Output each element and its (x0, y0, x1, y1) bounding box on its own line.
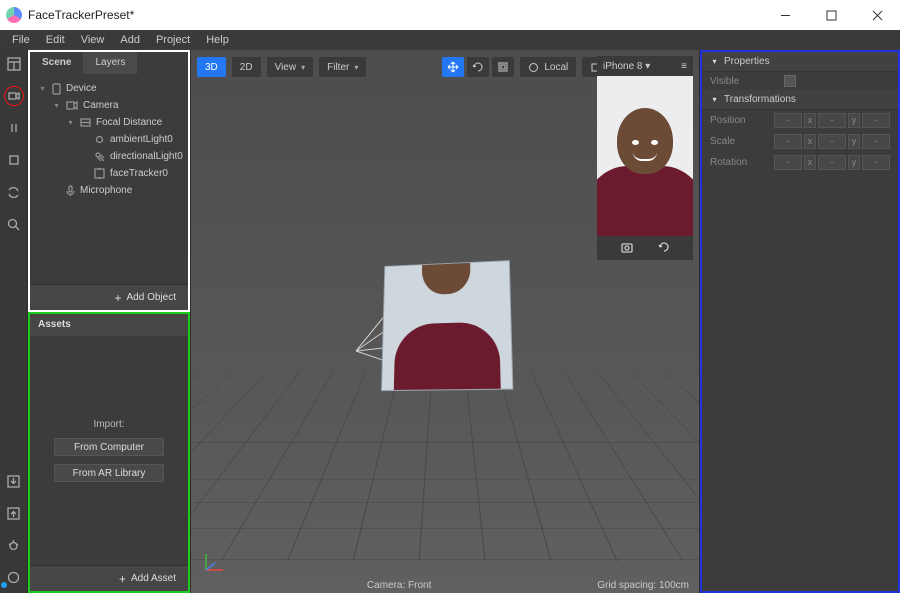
preview-shirt (597, 166, 693, 236)
viewport-footer: Camera: Front Grid spacing: 100cm (191, 580, 699, 591)
ground-grid (190, 372, 700, 561)
properties-header[interactable]: ▾Properties (702, 52, 898, 72)
minimize-button[interactable] (762, 0, 808, 30)
viewport-3d[interactable]: 3D 2D View▾ Filter▾ Local Pivot (190, 50, 700, 593)
menu-project[interactable]: Project (148, 34, 198, 46)
layout-icon[interactable] (4, 54, 24, 74)
visible-checkbox[interactable] (784, 75, 796, 87)
video-icon[interactable] (4, 86, 24, 106)
assets-header: Assets (30, 314, 188, 336)
import-icon[interactable] (4, 471, 24, 491)
preview-image (597, 76, 693, 236)
add-asset-button[interactable]: + Add Asset (30, 565, 188, 591)
bug-icon[interactable] (4, 535, 24, 555)
pause-icon[interactable] (4, 118, 24, 138)
camera-label: Camera: Front (367, 580, 431, 591)
face-shirt (393, 321, 500, 389)
preview-head (617, 108, 673, 174)
import-label: Import: (93, 419, 124, 430)
rot-y[interactable]: - (818, 155, 846, 170)
prop-scale: Scale -x -y - (702, 131, 898, 152)
left-column: Scene Layers ▾Device ▾Camera ▾Focal Dist… (28, 50, 190, 593)
tree-microphone[interactable]: Microphone (30, 182, 188, 199)
titlebar: FaceTrackerPreset* (0, 0, 900, 30)
view-dropdown[interactable]: View▾ (267, 57, 314, 77)
assets-panel: Assets Import: From Computer From AR Lib… (28, 312, 190, 593)
menubar: File Edit View Add Project Help (0, 30, 900, 50)
tab-scene[interactable]: Scene (30, 52, 83, 74)
plus-icon: + (115, 291, 122, 305)
window-title: FaceTrackerPreset* (28, 8, 134, 22)
main-layout: Scene Layers ▾Device ▾Camera ▾Focal Dist… (0, 50, 900, 593)
filter-dropdown[interactable]: Filter▾ (319, 57, 366, 77)
scale-y[interactable]: - (818, 134, 846, 149)
prop-position: Position -x -y - (702, 110, 898, 131)
app-logo (6, 7, 22, 23)
plus-icon: + (119, 572, 126, 586)
from-ar-library-button[interactable]: From AR Library (54, 464, 164, 482)
export-icon[interactable] (4, 503, 24, 523)
grid-spacing-label: Grid spacing: 100cm (597, 580, 689, 591)
axis-gizmo (201, 549, 227, 575)
face-plane (381, 260, 511, 390)
mode-3d-button[interactable]: 3D (197, 57, 226, 77)
pos-y[interactable]: - (818, 113, 846, 128)
menu-file[interactable]: File (4, 34, 38, 46)
preview-capture-icon[interactable] (620, 241, 634, 256)
preview-menu-icon[interactable]: ≡ (681, 61, 687, 72)
tree-device[interactable]: ▾Device (30, 80, 188, 97)
scene-panel: Scene Layers ▾Device ▾Camera ▾Focal Dist… (28, 50, 190, 312)
menu-add[interactable]: Add (112, 34, 148, 46)
search-icon[interactable] (4, 214, 24, 234)
move-tool-icon[interactable] (442, 57, 464, 77)
rotate-tool-icon[interactable] (467, 57, 489, 77)
face-head (422, 260, 471, 295)
pos-z[interactable]: - (862, 113, 890, 128)
from-computer-button[interactable]: From Computer (54, 438, 164, 456)
device-preview: iPhone 8 ▾ ≡ (597, 56, 693, 260)
scale-z[interactable]: - (862, 134, 890, 149)
tree-facetracker[interactable]: faceTracker0 (30, 165, 188, 182)
square-icon[interactable] (4, 150, 24, 170)
scene-tree: ▾Device ▾Camera ▾Focal Distance ambientL… (30, 74, 188, 199)
properties-panel: ▾Properties Visible ▾Transformations Pos… (700, 50, 900, 593)
space-local-button[interactable]: Local (520, 57, 576, 77)
rot-z[interactable]: - (862, 155, 890, 170)
refresh-icon[interactable] (4, 182, 24, 202)
add-object-button[interactable]: + Add Object (30, 284, 188, 310)
prop-visible: Visible (702, 72, 898, 90)
mode-2d-button[interactable]: 2D (232, 57, 261, 77)
pos-x[interactable]: - (774, 113, 802, 128)
tree-directional[interactable]: directionalLight0 (30, 148, 188, 165)
scale-x[interactable]: - (774, 134, 802, 149)
device-selector[interactable]: iPhone 8 ▾ (603, 61, 650, 72)
rot-x[interactable]: - (774, 155, 802, 170)
notifications-icon[interactable] (4, 567, 24, 587)
tab-layers[interactable]: Layers (83, 52, 137, 74)
maximize-button[interactable] (808, 0, 854, 30)
scale-tool-icon[interactable] (492, 57, 514, 77)
icon-rail (0, 50, 28, 593)
menu-help[interactable]: Help (198, 34, 237, 46)
tree-camera[interactable]: ▾Camera (30, 97, 188, 114)
close-button[interactable] (854, 0, 900, 30)
tree-ambient[interactable]: ambientLight0 (30, 131, 188, 148)
tree-focal[interactable]: ▾Focal Distance (30, 114, 188, 131)
menu-edit[interactable]: Edit (38, 34, 73, 46)
transformations-header[interactable]: ▾Transformations (702, 90, 898, 110)
preview-rotate-icon[interactable] (657, 240, 670, 256)
menu-view[interactable]: View (73, 34, 113, 46)
prop-rotation: Rotation -x -y - (702, 152, 898, 173)
